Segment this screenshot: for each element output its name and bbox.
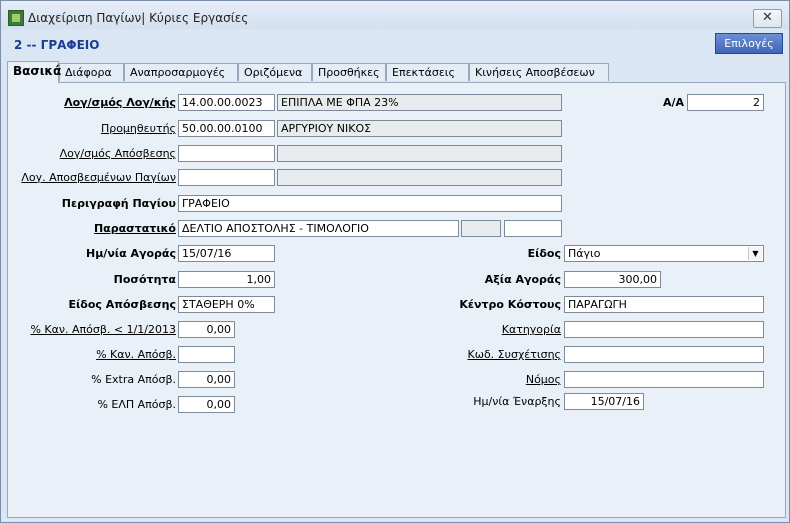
rate-before-2013-label[interactable]: % Καν. Απόσβ. < 1/1/2013 [8, 323, 176, 336]
elp-rate-label: % ΕΛΠ Απόσβ. [97, 398, 176, 411]
tab-basic[interactable]: Βασικά [7, 61, 61, 83]
tab-revaluations[interactable]: Αναπροσαρμογές [124, 63, 238, 81]
depreciation-account-name-field [277, 145, 562, 162]
tab-depreciation-moves[interactable]: Κινήσεις Αποσβέσεων [469, 63, 609, 81]
purchase-value-input[interactable]: 300,00 [564, 271, 661, 288]
record-title: 2 -- ΓΡΑΦΕΙΟ [14, 38, 100, 52]
relation-code-input[interactable] [564, 346, 764, 363]
options-button[interactable]: Επιλογές [715, 33, 783, 54]
tab-additions[interactable]: Προσθήκες [312, 63, 386, 81]
supplier-name-field: ΑΡΓΥΡΙΟΥ ΝΙΚΟΣ [277, 120, 562, 137]
serial-label: Α/Α [662, 96, 684, 109]
depreciated-assets-code-input[interactable] [178, 169, 275, 186]
tab-defined[interactable]: Οριζόμενα [238, 63, 312, 81]
description-label: Περιγραφή Παγίου [61, 197, 176, 210]
supplier-code-input[interactable]: 50.00.00.0100 [178, 120, 275, 137]
extra-rate-label: % Extra Απόσβ. [91, 373, 176, 386]
close-button[interactable]: ✕ [753, 9, 782, 28]
kind-selected-value: Πάγιο [568, 247, 601, 260]
depreciation-account-label[interactable]: Λογ/σμός Απόσβεσης [8, 147, 176, 160]
relation-code-label[interactable]: Κωδ. Συσχέτισης [408, 348, 561, 361]
normal-rate-label[interactable]: % Καν. Απόσβ. [8, 348, 176, 361]
purchase-date-label: Ημ/νία Αγοράς [86, 247, 176, 260]
app-icon [8, 10, 24, 26]
start-date-input[interactable]: 15/07/16 [564, 393, 644, 410]
kind-select[interactable]: Πάγιο ▼ [564, 245, 764, 262]
cost-center-input[interactable]: ΠΑΡΑΓΩΓΗ [564, 296, 764, 313]
document-number-input[interactable] [504, 220, 562, 237]
category-label[interactable]: Κατηγορία [408, 323, 561, 336]
document-extra-field [461, 220, 501, 237]
document-label[interactable]: Παραστατικό [8, 222, 176, 235]
title-bar: Διαχείριση Παγίων| Κύριες Εργασίες ✕ [1, 1, 789, 29]
purchase-date-input[interactable]: 15/07/16 [178, 245, 275, 262]
basic-panel: Λογ/σμός Λογ/κής 14.00.00.0023 ΕΠΙΠΛΑ ΜΕ… [7, 82, 786, 518]
quantity-input[interactable]: 1,00 [178, 271, 275, 288]
description-input[interactable]: ΓΡΑΦΕΙΟ [178, 195, 562, 212]
tab-misc[interactable]: Διάφορα [59, 63, 124, 81]
elp-rate-input[interactable]: 0,00 [178, 396, 235, 413]
depreciation-account-code-input[interactable] [178, 145, 275, 162]
normal-rate-input[interactable] [178, 346, 235, 363]
county-input[interactable] [564, 371, 764, 388]
extra-rate-input[interactable]: 0,00 [178, 371, 235, 388]
main-window: Διαχείριση Παγίων| Κύριες Εργασίες ✕ 2 -… [0, 0, 790, 523]
supplier-label[interactable]: Προμηθευτής [8, 122, 176, 135]
quantity-label: Ποσότητα [113, 273, 176, 286]
window-title: Διαχείριση Παγίων| Κύριες Εργασίες [28, 11, 249, 25]
account-name-field: ΕΠΙΠΛΑ ΜΕ ΦΠΑ 23% [277, 94, 562, 111]
start-date-label: Ημ/νία Έναρξης [473, 395, 561, 408]
depreciation-type-label: Είδος Απόσβεσης [68, 298, 176, 311]
cost-center-label: Κέντρο Κόστους [459, 298, 561, 311]
document-input[interactable]: ΔΕΛΤΙΟ ΑΠΟΣΤΟΛΗΣ - ΤΙΜΟΛΟΓΙΟ [178, 220, 459, 237]
serial-input[interactable]: 2 [687, 94, 764, 111]
depreciated-assets-account-label[interactable]: Λογ. Αποσβεσμένων Παγίων [8, 171, 176, 184]
account-label[interactable]: Λογ/σμός Λογ/κής [8, 96, 176, 109]
chevron-down-icon[interactable]: ▼ [748, 247, 762, 260]
tab-extensions[interactable]: Επεκτάσεις [386, 63, 469, 81]
purchase-value-label: Αξία Αγοράς [484, 273, 561, 286]
rate-before-2013-input[interactable]: 0,00 [178, 321, 235, 338]
depreciation-type-input[interactable]: ΣΤΑΘΕΡΗ 0% [178, 296, 275, 313]
county-label[interactable]: Νόμος [408, 373, 561, 386]
category-input[interactable] [564, 321, 764, 338]
account-code-input[interactable]: 14.00.00.0023 [178, 94, 275, 111]
depreciated-assets-name-field [277, 169, 562, 186]
kind-label: Είδος [527, 247, 561, 260]
